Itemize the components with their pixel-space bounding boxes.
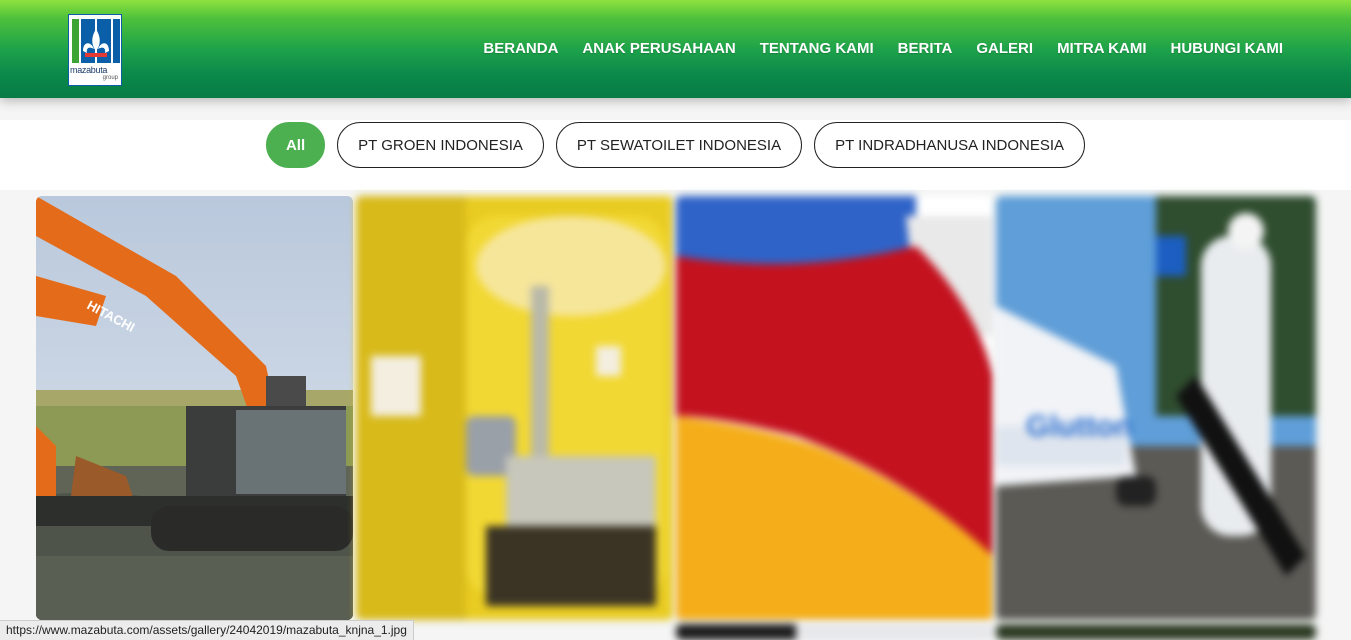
gallery-item-row2-4[interactable] (996, 624, 1316, 640)
logo-subtext: group (102, 75, 118, 81)
filter-pt-sewatoilet-indonesia[interactable]: PT SEWATOILET INDONESIA (555, 122, 803, 168)
logo-text: mazabuta (70, 65, 108, 75)
site-header: mazabuta group BERANDA ANAK PERUSAHAAN T… (0, 0, 1351, 98)
nav-mitra-kami[interactable]: MITRA KAMI (1057, 40, 1146, 57)
nav-beranda[interactable]: BERANDA (483, 40, 558, 57)
gallery-item-excavator[interactable]: HITACHI (36, 196, 353, 620)
filter-pt-groen-indonesia[interactable]: PT GROEN INDONESIA (337, 122, 544, 168)
excavator-photo: HITACHI (36, 196, 353, 620)
nav-tentang-kami[interactable]: TENTANG KAMI (760, 40, 874, 57)
nav-galeri[interactable]: GALERI (976, 40, 1033, 57)
filter-pt-indradhanusa-indonesia[interactable]: PT INDRADHANUSA INDONESIA (814, 122, 1086, 168)
filter-all[interactable]: All (265, 122, 326, 168)
row2-photo-3 (676, 624, 993, 640)
portable-toilet-photo (356, 196, 673, 620)
main-nav: BERANDA ANAK PERUSAHAAN TENTANG KAMI BER… (483, 40, 1283, 57)
status-bar-url: https://www.mazabuta.com/assets/gallery/… (0, 620, 414, 640)
nav-berita[interactable]: BERITA (898, 40, 953, 57)
fleur-de-lis-icon (72, 19, 120, 63)
nav-hubungi-kami[interactable]: HUBUNGI KAMI (1171, 40, 1284, 57)
gallery-grid: HITACHI Glutton (36, 196, 1316, 640)
plastic-pellets-photo (676, 196, 993, 620)
gallery-filters: All PT GROEN INDONESIA PT SEWATOILET IND… (0, 122, 1351, 168)
nav-anak-perusahaan[interactable]: ANAK PERUSAHAAN (582, 40, 735, 57)
gallery-item-plastic-pellets[interactable] (676, 196, 993, 620)
vehicle-brand-label: Glutton (1026, 410, 1133, 443)
gallery-item-street-cleaning[interactable]: Glutton (996, 196, 1316, 620)
gallery-item-row2-3[interactable] (676, 624, 993, 640)
row2-photo-4 (996, 624, 1316, 640)
street-cleaning-photo: Glutton (996, 196, 1316, 620)
gallery-item-portable-toilet[interactable] (356, 196, 673, 620)
logo[interactable]: mazabuta group (68, 14, 122, 86)
